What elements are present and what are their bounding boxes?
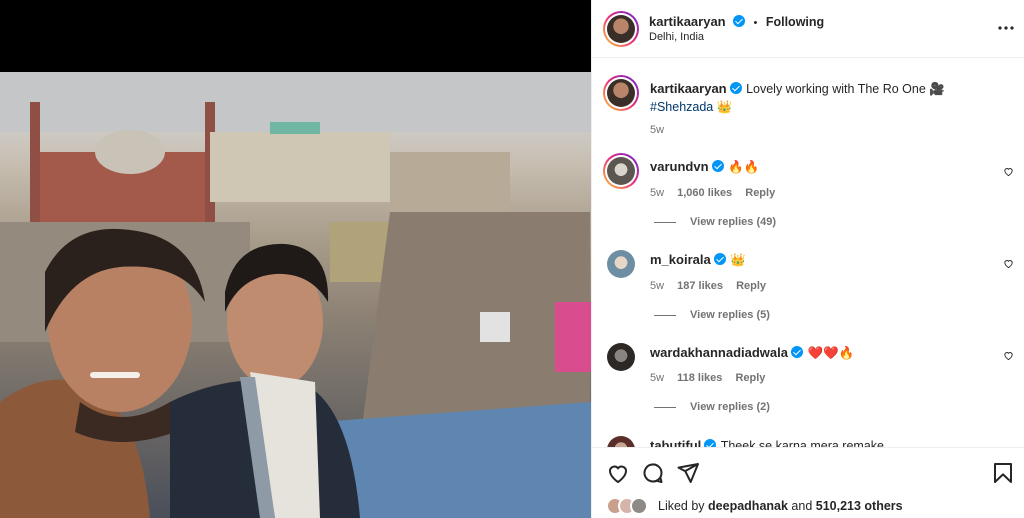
view-replies-button[interactable]: View replies (5) [654,309,770,321]
reply-button[interactable]: Reply [735,372,765,384]
like-icon[interactable] [606,461,630,485]
replies-line [654,406,676,408]
verified-badge-icon [791,346,803,358]
comment-text: ❤️❤️🔥 [807,346,855,360]
post-photo[interactable] [0,0,591,518]
following-button[interactable]: Following [766,15,824,29]
comment-time[interactable]: 5w [650,372,664,384]
reply-button[interactable]: Reply [736,280,766,292]
liked-by-count[interactable]: 510,213 others [816,499,903,513]
photo-letterbox [0,0,591,72]
comment-text: Theek se karna mera remake [720,439,884,447]
comment-time[interactable]: 5w [650,280,664,292]
like-comment-icon[interactable] [1003,258,1014,269]
caption-time[interactable]: 5w [650,124,664,136]
photo-image [0,72,591,518]
comment-likes[interactable]: 1,060 likes [677,187,732,199]
comment-text: 🔥🔥 [727,160,760,174]
header-separator: • [753,17,758,29]
post-actions-bar: Liked by deepadhanak and 510,213 others [592,447,1024,518]
comment-time[interactable]: 5w [650,187,664,199]
verified-badge-icon [713,253,726,265]
save-icon[interactable] [991,461,1015,485]
liked-by-and: and [791,499,813,513]
verified-badge-icon [733,15,746,27]
instagram-post-view: kartikaaryan • Following Delhi, India ka… [0,0,1024,518]
comment-icon[interactable] [641,461,665,485]
verified-badge-icon [729,82,742,94]
post-header: kartikaaryan • Following Delhi, India [592,0,1024,58]
author-username[interactable]: kartikaaryan [649,14,726,29]
caption-username[interactable]: kartikaaryan [650,81,727,96]
post-side-panel: kartikaaryan • Following Delhi, India ka… [591,0,1024,518]
comment-avatar[interactable] [607,250,635,278]
comment-username[interactable]: tabutiful [650,438,701,447]
comment-username[interactable]: wardakhannadiadwala [650,345,788,360]
comment-likes[interactable]: 118 likes [677,372,722,384]
comment-avatar[interactable] [607,343,635,371]
comment-avatar[interactable] [607,436,635,447]
post-location[interactable]: Delhi, India [649,31,704,43]
comment-username[interactable]: varundvn [650,159,709,174]
comment-item: tabutiful Theek se karna mera remake [592,430,1024,447]
liker-avatar [630,497,648,515]
caption-avatar[interactable] [603,75,639,111]
author-avatar[interactable] [603,11,639,47]
caption-text: Lovely working with The Ro One 🎥 [746,82,945,96]
replies-line [654,221,676,223]
view-replies-button[interactable]: View replies (2) [654,401,770,413]
comment-avatar[interactable] [603,153,639,189]
liked-by-user[interactable]: deepadhanak [708,499,788,513]
replies-line [654,314,676,316]
liked-by-text: Liked by deepadhanak and 510,213 others [658,499,903,513]
like-comment-icon[interactable] [1003,166,1014,177]
more-options-icon[interactable] [997,21,1015,35]
reply-button[interactable]: Reply [745,187,775,199]
liked-by-avatars[interactable] [606,497,654,515]
verified-badge-icon [711,160,724,172]
comment-likes[interactable]: 187 likes [677,280,723,292]
view-replies-button[interactable]: View replies (49) [654,216,776,228]
liked-by-prefix: Liked by [658,499,705,513]
comment-username[interactable]: m_koirala [650,252,711,267]
share-icon[interactable] [676,461,700,485]
caption-hashtag[interactable]: #Shehzada 👑 [650,100,732,114]
comment-text: 👑 [730,253,746,267]
verified-badge-icon [704,439,717,447]
like-comment-icon[interactable] [1003,350,1014,361]
